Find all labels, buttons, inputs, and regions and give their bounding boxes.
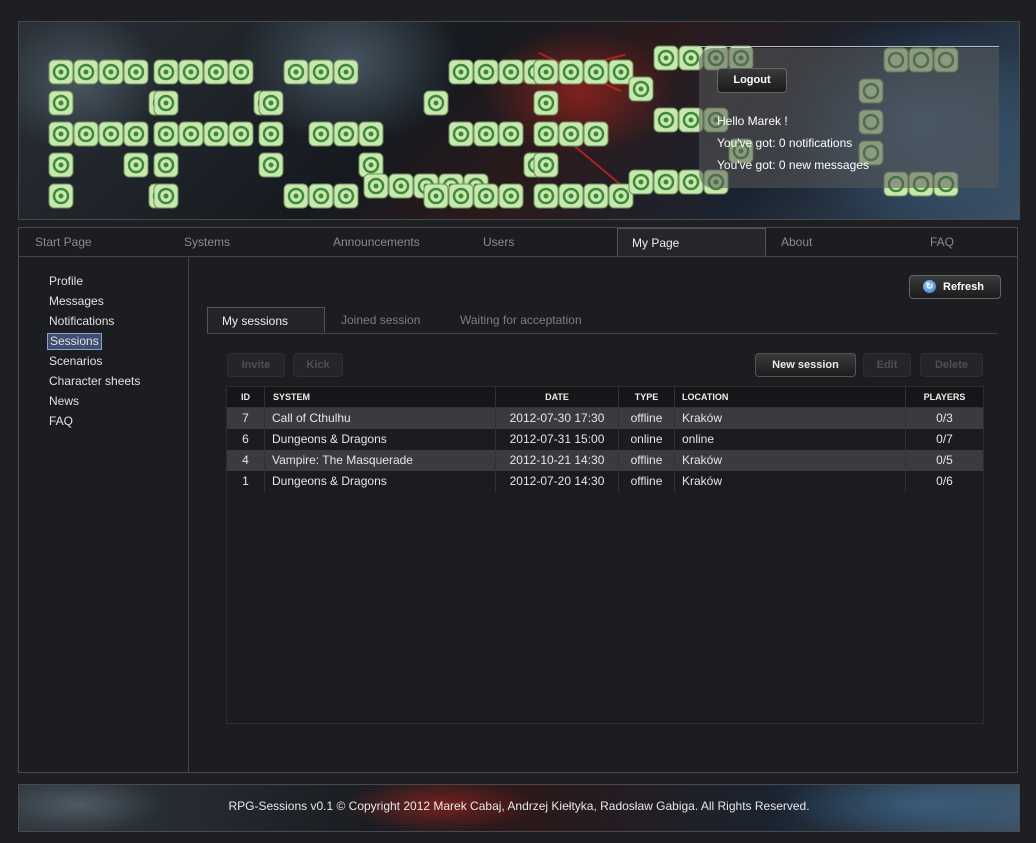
sidebar-item-messages[interactable]: Messages [47,294,106,309]
sidebar: Profile Messages Notifications Sessions … [19,257,189,772]
new-session-button[interactable]: New session [755,353,856,377]
cell-system: Vampire: The Masquerade [265,450,496,471]
column-header-location[interactable]: LOCATION [675,387,906,407]
nav-faq[interactable]: FAQ [930,228,954,256]
nav-about[interactable]: About [781,228,812,256]
cell-players: 0/6 [936,474,953,488]
column-header-date[interactable]: DATE [496,387,619,407]
tab-my-sessions[interactable]: My sessions [207,307,325,333]
cell-system: Call of Cthulhu [265,408,496,429]
table-row[interactable]: 1 Dungeons & Dragons 2012-07-20 14:30 of… [227,471,983,492]
nav-start-page[interactable]: Start Page [35,228,92,256]
sidebar-item-scenarios[interactable]: Scenarios [47,354,104,369]
nav-systems[interactable]: Systems [184,228,230,256]
cell-date: 2012-07-31 15:00 [496,429,619,450]
invite-button[interactable]: Invite [227,353,285,377]
cell-players: 0/5 [936,453,953,467]
copyright-text: RPG-Sessions v0.1 © Copyright 2012 Marek… [228,799,810,813]
table-row[interactable]: 7 Call of Cthulhu 2012-07-30 17:30 offli… [227,408,983,429]
cell-id: 7 [227,408,265,429]
logout-button[interactable]: Logout [717,68,787,93]
main-container: Start Page Systems Announcements Users M… [18,227,1018,773]
greeting-text: Hello Marek ! [717,114,788,128]
cell-id: 6 [227,429,265,450]
user-panel: Logout Hello Marek ! You've got: 0 notif… [699,46,999,188]
footer: RPG-Sessions v0.1 © Copyright 2012 Marek… [18,784,1020,832]
cell-type: offline [619,471,675,492]
cell-location: Kraków [675,450,906,471]
sidebar-item-sessions[interactable]: Sessions [47,333,102,350]
cell-id: 4 [227,450,265,471]
table-header: ID SYSTEM DATE TYPE LOCATION PLAYERS [227,387,983,408]
kick-button[interactable]: Kick [293,353,343,377]
main-nav: Start Page Systems Announcements Users M… [19,228,1017,257]
sidebar-item-notifications[interactable]: Notifications [47,314,116,329]
tab-waiting-for-acceptation[interactable]: Waiting for acceptation [460,307,582,333]
messages-count[interactable]: You've got: 0 new messages [717,158,869,172]
cell-date: 2012-07-30 17:30 [496,408,619,429]
sidebar-item-news[interactable]: News [47,394,81,409]
cell-id: 1 [227,471,265,492]
sessions-table: ID SYSTEM DATE TYPE LOCATION PLAYERS 7 C… [226,386,984,724]
cell-type: offline [619,450,675,471]
table-row[interactable]: 6 Dungeons & Dragons 2012-07-31 15:00 on… [227,429,983,450]
nav-announcements[interactable]: Announcements [333,228,420,256]
notifications-count[interactable]: You've got: 0 notifications [717,136,852,150]
column-header-id[interactable]: ID [227,387,265,407]
cell-type: online [619,429,675,450]
refresh-icon: ↻ [923,280,936,293]
nav-my-page[interactable]: My Page [617,228,766,256]
session-tabs: My sessions Joined session Waiting for a… [207,307,997,334]
refresh-label: Refresh [943,281,984,293]
cell-location: Kraków [675,471,906,492]
cell-system: Dungeons & Dragons [265,471,496,492]
column-header-players[interactable]: PLAYERS [906,387,983,407]
nav-users[interactable]: Users [483,228,514,256]
column-header-type[interactable]: TYPE [619,387,675,407]
cell-date: 2012-10-21 14:30 [496,450,619,471]
cell-location: online [675,429,906,450]
refresh-button[interactable]: ↻ Refresh [909,275,1001,299]
sidebar-item-faq[interactable]: FAQ [47,414,75,429]
cell-players: 0/3 [936,411,953,425]
edit-button[interactable]: Edit [863,353,911,377]
table-row[interactable]: 4 Vampire: The Masquerade 2012-10-21 14:… [227,450,983,471]
tab-joined-session[interactable]: Joined session [341,307,420,333]
sidebar-item-character-sheets[interactable]: Character sheets [47,374,142,389]
header-banner: Logout Hello Marek ! You've got: 0 notif… [18,21,1020,220]
delete-button[interactable]: Delete [920,353,983,377]
column-header-system[interactable]: SYSTEM [265,387,496,407]
content-area: ↻ Refresh My sessions Joined session Wai… [189,257,1017,772]
cell-players: 0/7 [936,432,953,446]
cell-date: 2012-07-20 14:30 [496,471,619,492]
cell-location: Kraków [675,408,906,429]
sidebar-item-profile[interactable]: Profile [47,274,85,289]
cell-type: offline [619,408,675,429]
cell-system: Dungeons & Dragons [265,429,496,450]
